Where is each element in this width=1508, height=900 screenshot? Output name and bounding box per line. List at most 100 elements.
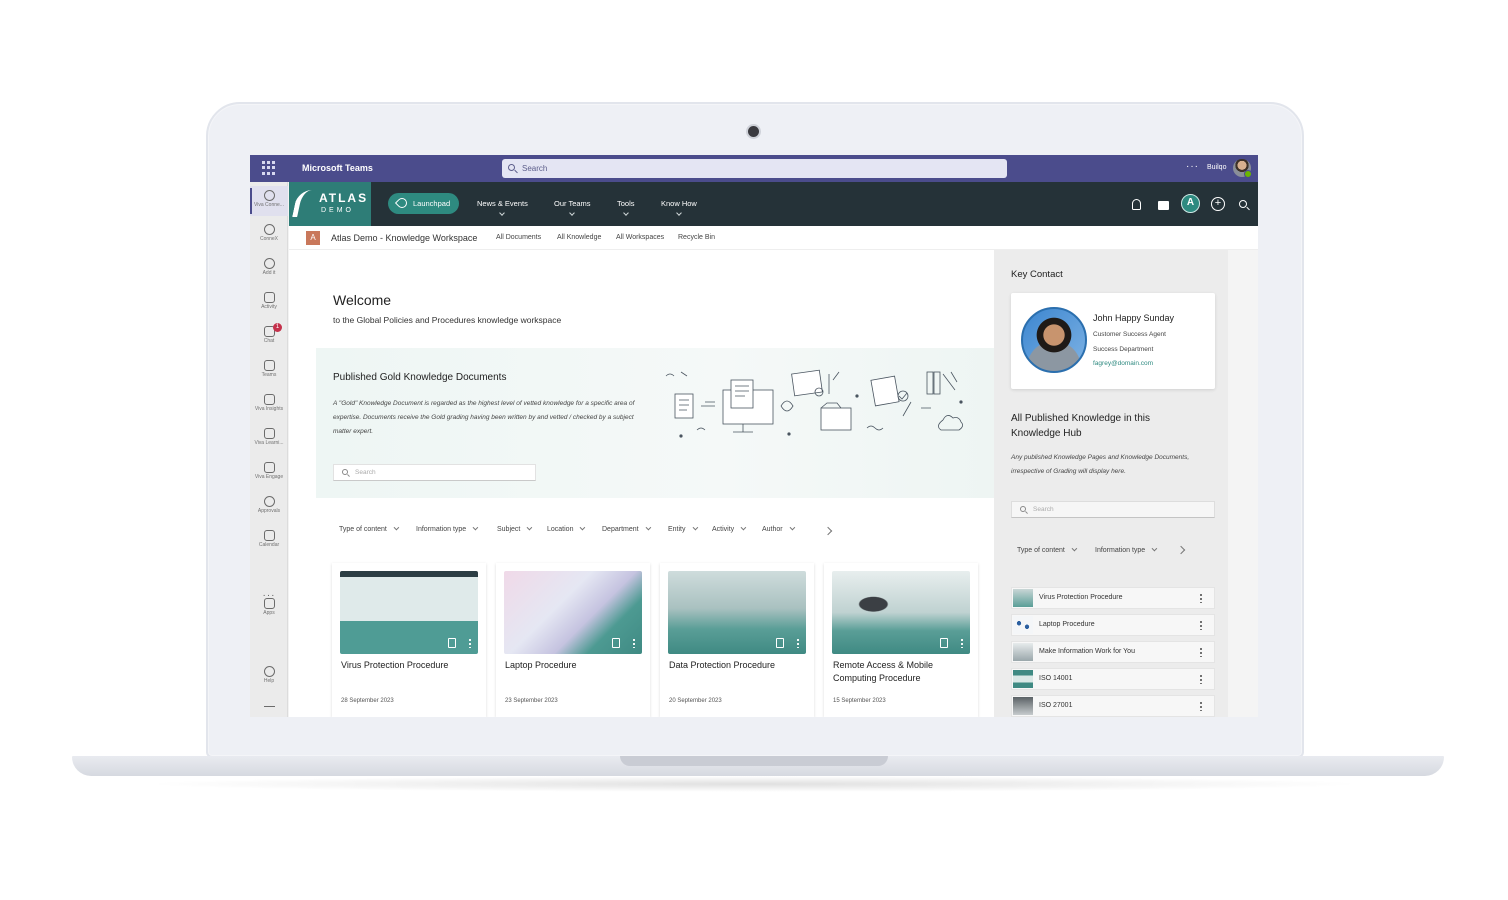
more-icon[interactable] bbox=[1200, 674, 1202, 684]
list-item[interactable]: Make Information Work for You bbox=[1011, 641, 1215, 663]
chevron-down-icon bbox=[789, 524, 795, 531]
workspace-badge: A bbox=[306, 231, 320, 245]
viva-connections-icon bbox=[263, 190, 275, 201]
card-title: Data Protection Procedure bbox=[669, 660, 776, 670]
list-item[interactable]: Laptop Procedure bbox=[1011, 614, 1215, 636]
document-card[interactable]: Data Protection Procedure 20 September 2… bbox=[660, 563, 814, 717]
app-launcher-icon[interactable] bbox=[262, 161, 276, 175]
chat-bubble-icon[interactable] bbox=[1158, 201, 1169, 210]
chevron-down-icon bbox=[526, 524, 533, 531]
workspace-title[interactable]: Atlas Demo - Knowledge Workspace bbox=[331, 233, 477, 243]
welcome-heading: Welcome bbox=[333, 292, 392, 308]
contact-email-link[interactable]: fagrey@domain.com bbox=[1093, 360, 1153, 367]
hub-search-input[interactable]: Search bbox=[1011, 501, 1215, 518]
rail-item-teams[interactable]: Teams bbox=[250, 356, 288, 386]
more-icon[interactable] bbox=[633, 638, 635, 648]
link-all-workspaces[interactable]: All Workspaces bbox=[616, 234, 664, 241]
insights-icon bbox=[263, 394, 275, 405]
chevron-down-icon bbox=[472, 524, 479, 531]
filter-author[interactable]: Author bbox=[762, 524, 795, 533]
search-icon[interactable] bbox=[1239, 200, 1247, 208]
add-circle-icon[interactable]: + bbox=[1211, 197, 1225, 211]
chevron-down-icon bbox=[580, 524, 586, 531]
download-button[interactable] bbox=[250, 692, 288, 717]
chevron-right-icon[interactable] bbox=[823, 526, 833, 536]
rail-item-viva-insights[interactable]: Viva Insights bbox=[250, 390, 288, 420]
rail-item-calendar[interactable]: Calendar bbox=[250, 526, 288, 556]
link-all-documents[interactable]: All Documents bbox=[496, 234, 541, 241]
chevron-right-icon[interactable] bbox=[1176, 545, 1186, 555]
key-contact-card[interactable]: John Happy Sunday Customer Success Agent… bbox=[1011, 293, 1215, 389]
list-thumbnail bbox=[1013, 670, 1033, 688]
user-avatar[interactable] bbox=[1233, 159, 1252, 178]
rocket-icon bbox=[394, 195, 410, 211]
more-icon[interactable] bbox=[1200, 701, 1202, 711]
rail-item-apps[interactable]: Apps bbox=[250, 594, 288, 624]
rail-item-viva-engage[interactable]: Viva Engage bbox=[250, 458, 288, 488]
chevron-down-icon bbox=[740, 524, 747, 531]
list-thumbnail bbox=[1013, 697, 1033, 715]
rail-item-help[interactable]: Help bbox=[250, 662, 288, 692]
link-recycle-bin[interactable]: Recycle Bin bbox=[678, 234, 715, 241]
filter-activity[interactable]: Activity bbox=[712, 524, 747, 533]
teams-search-placeholder: Search bbox=[522, 164, 548, 173]
filter-label: Department bbox=[602, 526, 639, 533]
more-icon[interactable] bbox=[797, 638, 799, 648]
rail-item-chat[interactable]: 1 Chat bbox=[250, 322, 288, 352]
document-card[interactable]: Remote Access & Mobile Computing Procedu… bbox=[824, 563, 978, 717]
launchpad-label: Launchpad bbox=[413, 199, 451, 208]
more-icon[interactable] bbox=[961, 638, 963, 648]
rail-item-viva-learning[interactable]: Viva Learni... bbox=[250, 424, 288, 454]
filter-department[interactable]: Department bbox=[602, 524, 651, 533]
filter-type-of-content[interactable]: Type of content bbox=[339, 524, 400, 533]
more-options-button[interactable]: ··· bbox=[1186, 161, 1199, 172]
filter-label: Location bbox=[547, 526, 574, 533]
atlas-assistant-icon[interactable]: A bbox=[1181, 194, 1200, 213]
rail-item-add-it[interactable]: Add it bbox=[250, 254, 288, 284]
list-item[interactable]: Virus Protection Procedure bbox=[1011, 587, 1215, 609]
document-icon bbox=[940, 638, 948, 648]
rail-item-approvals[interactable]: Approvals bbox=[250, 492, 288, 522]
more-icon[interactable] bbox=[1200, 647, 1202, 657]
link-all-knowledge[interactable]: All Knowledge bbox=[557, 234, 601, 241]
hub-filter-information-type[interactable]: Information type bbox=[1095, 545, 1158, 554]
filter-label: Information type bbox=[1095, 547, 1146, 554]
nav-tools[interactable]: Tools bbox=[617, 199, 635, 216]
screen: Microsoft Teams Search ··· Builqo Viva C… bbox=[250, 155, 1258, 717]
document-card[interactable]: Laptop Procedure 23 September 2023 bbox=[496, 563, 650, 717]
nav-know-how[interactable]: Know How bbox=[661, 199, 697, 216]
nav-our-teams[interactable]: Our Teams bbox=[554, 199, 591, 216]
filter-subject[interactable]: Subject bbox=[497, 524, 533, 533]
launchpad-button[interactable]: Launchpad bbox=[388, 193, 459, 214]
atlas-logo[interactable]: ATLAS DEMO bbox=[289, 182, 371, 226]
rail-item-activity[interactable]: Activity bbox=[250, 288, 288, 318]
list-thumbnail bbox=[1013, 643, 1033, 661]
chevron-down-icon bbox=[676, 210, 682, 216]
more-icon[interactable] bbox=[1200, 593, 1202, 603]
add-icon bbox=[263, 258, 275, 269]
hub-filter-type-of-content[interactable]: Type of content bbox=[1017, 545, 1078, 554]
nav-news-events[interactable]: News & Events bbox=[477, 199, 528, 216]
list-item[interactable]: ISO 27001 bbox=[1011, 695, 1215, 717]
list-thumbnail bbox=[1013, 616, 1033, 634]
atlas-mark-icon bbox=[292, 190, 318, 217]
filter-entity[interactable]: Entity bbox=[668, 524, 698, 533]
teams-search-input[interactable]: Search bbox=[502, 159, 1007, 178]
chevron-down-icon bbox=[1071, 545, 1078, 552]
logo-text-top: ATLAS bbox=[319, 191, 369, 205]
document-card[interactable]: Virus Protection Procedure 28 September … bbox=[332, 563, 486, 717]
connex-icon bbox=[263, 224, 275, 235]
help-icon bbox=[263, 666, 275, 677]
list-item-label: ISO 27001 bbox=[1039, 702, 1073, 709]
card-thumbnail bbox=[832, 571, 970, 654]
rail-item-viva-connections[interactable]: Viva Conne... bbox=[250, 186, 288, 216]
gold-search-input[interactable]: Search bbox=[333, 464, 536, 481]
filter-information-type[interactable]: Information type bbox=[416, 524, 479, 533]
list-item[interactable]: ISO 14001 bbox=[1011, 668, 1215, 690]
webcam bbox=[748, 126, 759, 137]
rail-item-connex[interactable]: ConneX bbox=[250, 220, 288, 250]
more-icon[interactable] bbox=[1200, 620, 1202, 630]
notifications-bell-icon[interactable] bbox=[1132, 199, 1141, 210]
more-icon[interactable] bbox=[469, 638, 471, 648]
filter-location[interactable]: Location bbox=[547, 524, 586, 533]
